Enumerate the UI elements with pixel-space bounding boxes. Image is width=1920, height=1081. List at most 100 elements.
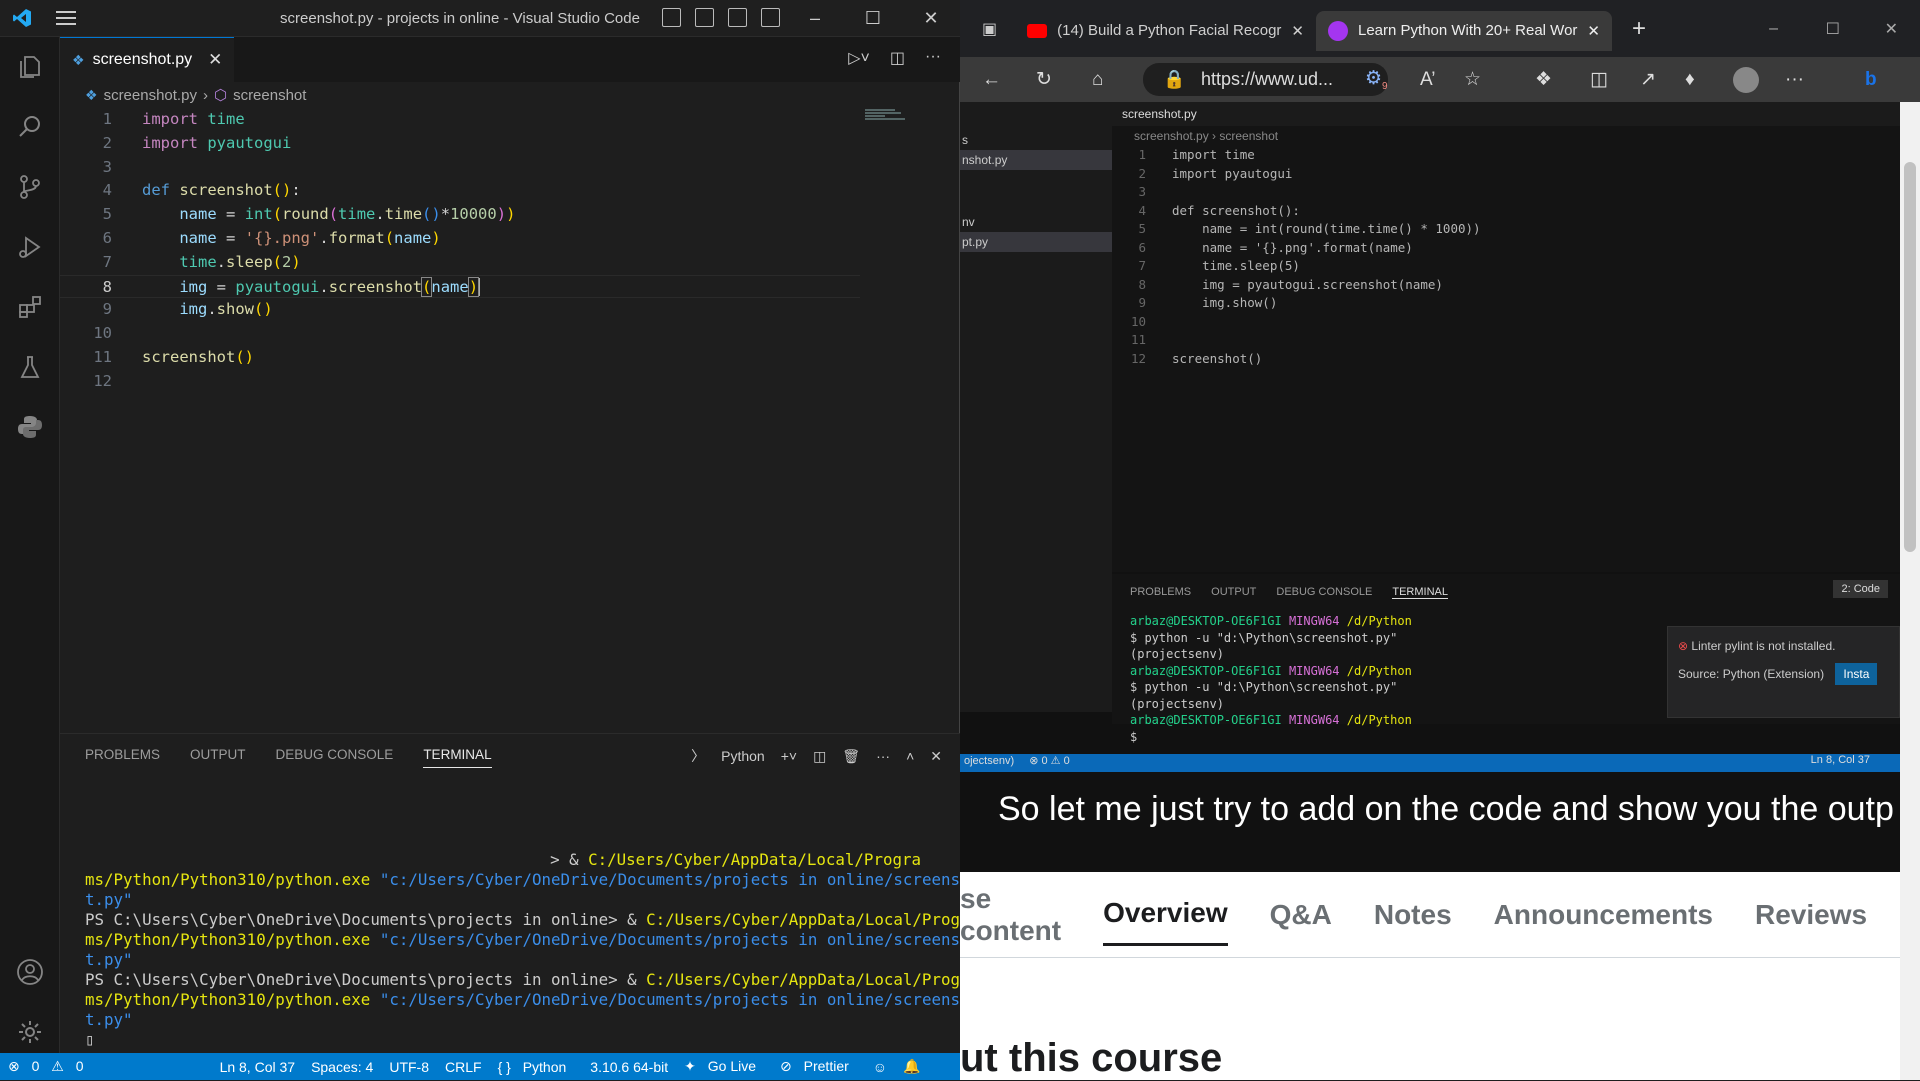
breadcrumb-file[interactable]: screenshot.py bbox=[104, 87, 197, 104]
tab-qa[interactable]: Q&A bbox=[1270, 899, 1332, 931]
tab-notes[interactable]: Notes bbox=[1374, 899, 1452, 931]
refresh-icon[interactable]: ↻ bbox=[1036, 68, 1052, 91]
split-editor-icon[interactable]: ◫ bbox=[890, 48, 905, 68]
share-icon[interactable]: ↗ bbox=[1640, 68, 1656, 91]
extension-badge-icon[interactable]: ⚙9 bbox=[1365, 67, 1388, 92]
tab-terminal[interactable]: TERMINAL bbox=[423, 747, 492, 768]
performance-icon[interactable]: ♦ bbox=[1685, 69, 1695, 91]
python-file-icon: ❖ bbox=[72, 51, 85, 68]
tab-actions-icon[interactable]: ▣ bbox=[982, 19, 997, 39]
page-scrollbar[interactable] bbox=[1900, 102, 1920, 1080]
tab-label: screenshot.py bbox=[92, 51, 193, 68]
close-button[interactable]: ✕ bbox=[902, 0, 960, 37]
encoding[interactable]: UTF-8 bbox=[389, 1059, 429, 1075]
split-terminal-icon[interactable]: ◫ bbox=[813, 748, 826, 765]
language-mode[interactable]: { } Python bbox=[498, 1059, 575, 1075]
prettier-status[interactable]: ⊘ Prettier bbox=[780, 1058, 857, 1075]
terminal-output[interactable]: > & C:/Users/Cyber/AppData/Local/Progra m… bbox=[85, 850, 979, 1050]
minimap[interactable] bbox=[865, 108, 905, 126]
more-actions-icon[interactable]: ··· bbox=[876, 748, 890, 764]
customize-layout-icon[interactable] bbox=[761, 8, 780, 27]
close-button[interactable]: ✕ bbox=[1885, 19, 1898, 39]
browser-toolbar: ← ↻ ⌂ 🔒 https://www.ud... ⚙9 A’ ☆ ❖ ◫ ↗ … bbox=[960, 57, 1920, 102]
terminal-icon: 〉 bbox=[691, 748, 706, 764]
minimize-button[interactable]: – bbox=[1769, 20, 1778, 38]
status-bar: ⊗ 0 ⚠ 0 Ln 8, Col 37 Spaces: 4 UTF-8 CRL… bbox=[0, 1053, 960, 1080]
search-icon[interactable] bbox=[0, 97, 60, 157]
maximize-panel-icon[interactable]: ˄ bbox=[906, 748, 914, 764]
menu-icon[interactable] bbox=[44, 0, 88, 37]
activity-bar bbox=[0, 37, 60, 1053]
problems-status[interactable]: ⊗ 0 ⚠ 0 bbox=[8, 1058, 92, 1075]
close-tab-icon[interactable]: ✕ bbox=[1587, 22, 1600, 40]
testing-icon[interactable] bbox=[0, 337, 60, 397]
collections-icon[interactable]: ◫ bbox=[1590, 68, 1608, 91]
scrollbar-thumb[interactable] bbox=[1904, 162, 1916, 552]
browser-tab-youtube[interactable]: (14) Build a Python Facial Recogr ✕ bbox=[1015, 11, 1316, 51]
indentation[interactable]: Spaces: 4 bbox=[311, 1059, 373, 1075]
editor-tabs: ❖ screenshot.py ✕ bbox=[60, 37, 960, 82]
video-caption: So let me just try to add on the code an… bbox=[998, 790, 1894, 828]
breadcrumb: ❖ screenshot.py › ⬡ screenshot bbox=[85, 85, 306, 105]
notifications-bell-icon[interactable]: 🔔 bbox=[903, 1058, 920, 1075]
video-breadcrumb: screenshot.py › screenshot bbox=[1134, 129, 1279, 143]
vscode-logo-icon bbox=[0, 0, 44, 37]
tab-overview[interactable]: Overview bbox=[1103, 883, 1228, 946]
settings-more-icon[interactable]: ··· bbox=[1785, 69, 1804, 91]
tab-debug-console[interactable]: DEBUG CONSOLE bbox=[276, 747, 394, 768]
video-player[interactable]: s nshot.py nv pt.py screenshot.py screen… bbox=[960, 102, 1900, 872]
end-of-line[interactable]: CRLF bbox=[445, 1059, 482, 1075]
kill-terminal-icon[interactable]: 🗑 bbox=[842, 748, 860, 765]
tab-screenshot-py[interactable]: ❖ screenshot.py ✕ bbox=[60, 37, 235, 82]
new-tab-button[interactable]: + bbox=[1632, 15, 1646, 43]
video-terminal: PROBLEMS OUTPUT DEBUG CONSOLE TERMINAL 2: C… bbox=[1112, 574, 1900, 744]
toggle-secondary-sidebar-icon[interactable] bbox=[728, 8, 747, 27]
tab-problems[interactable]: PROBLEMS bbox=[85, 747, 160, 768]
read-aloud-icon[interactable]: A’ bbox=[1420, 69, 1435, 91]
tab-output[interactable]: OUTPUT bbox=[190, 747, 246, 768]
go-live-button[interactable]: ✦ Go Live bbox=[684, 1058, 764, 1075]
maximize-button[interactable]: ☐ bbox=[1826, 19, 1840, 39]
back-icon[interactable]: ← bbox=[982, 69, 1001, 91]
add-favorite-icon[interactable]: ☆ bbox=[1464, 68, 1481, 91]
browser-window: ▣ (14) Build a Python Facial Recogr ✕ Le… bbox=[960, 0, 1920, 1080]
close-panel-icon[interactable]: ✕ bbox=[930, 748, 942, 765]
breadcrumb-symbol[interactable]: screenshot bbox=[233, 87, 306, 104]
terminal-profile-label[interactable]: Python bbox=[721, 748, 765, 764]
python-icon[interactable] bbox=[0, 397, 60, 457]
video-notification: ⊗ Linter pylint is not installed. Source… bbox=[1667, 626, 1900, 718]
close-tab-icon[interactable]: ✕ bbox=[208, 50, 222, 70]
run-file-icon[interactable]: ▷˅ bbox=[848, 48, 870, 68]
tab-course-content[interactable]: se content bbox=[960, 883, 1061, 947]
run-debug-icon[interactable] bbox=[0, 217, 60, 277]
profile-avatar[interactable] bbox=[1733, 67, 1759, 93]
chevron-right-icon: › bbox=[202, 86, 208, 104]
title-bar: screenshot.py - projects in online - Vis… bbox=[0, 0, 960, 37]
toggle-panel-icon[interactable] bbox=[695, 8, 714, 27]
lock-icon: 🔒 bbox=[1163, 69, 1186, 89]
account-icon[interactable] bbox=[0, 942, 60, 1002]
close-tab-icon[interactable]: ✕ bbox=[1291, 22, 1304, 40]
python-interpreter[interactable]: 3.10.6 64-bit bbox=[590, 1059, 668, 1075]
function-icon: ⬡ bbox=[213, 87, 228, 104]
feedback-icon[interactable]: ☺ bbox=[873, 1059, 887, 1075]
browser-tab-udemy[interactable]: Learn Python With 20+ Real Wor ✕ bbox=[1315, 10, 1612, 51]
tab-announcements[interactable]: Announcements bbox=[1494, 899, 1713, 931]
new-terminal-icon[interactable]: +˅ bbox=[781, 748, 797, 764]
tab-reviews[interactable]: Reviews bbox=[1755, 899, 1867, 931]
browser-tab-strip: ▣ (14) Build a Python Facial Recogr ✕ Le… bbox=[960, 0, 1920, 57]
toggle-sidebar-icon[interactable] bbox=[662, 8, 681, 27]
code-editor[interactable]: 1 import time 2 import pyautogui 3 4 def sc… bbox=[60, 108, 940, 730]
cursor-position[interactable]: Ln 8, Col 37 bbox=[220, 1059, 296, 1075]
extensions-icon[interactable]: ❖ bbox=[1535, 68, 1552, 91]
minimize-button[interactable]: – bbox=[786, 0, 844, 37]
address-bar[interactable]: 🔒 https://www.ud... bbox=[1143, 63, 1388, 96]
home-icon[interactable]: ⌂ bbox=[1092, 69, 1103, 91]
explorer-icon[interactable] bbox=[0, 37, 60, 97]
more-actions-icon[interactable]: ··· bbox=[925, 48, 941, 68]
video-status-bar: ojectsenv) ⊗ 0 ⚠ 0 Ln 8, Col 37 bbox=[960, 754, 1900, 772]
extensions-icon[interactable] bbox=[0, 277, 60, 337]
maximize-button[interactable]: ☐ bbox=[844, 0, 902, 37]
source-control-icon[interactable] bbox=[0, 157, 60, 217]
bing-chat-icon[interactable]: b bbox=[1865, 69, 1877, 91]
